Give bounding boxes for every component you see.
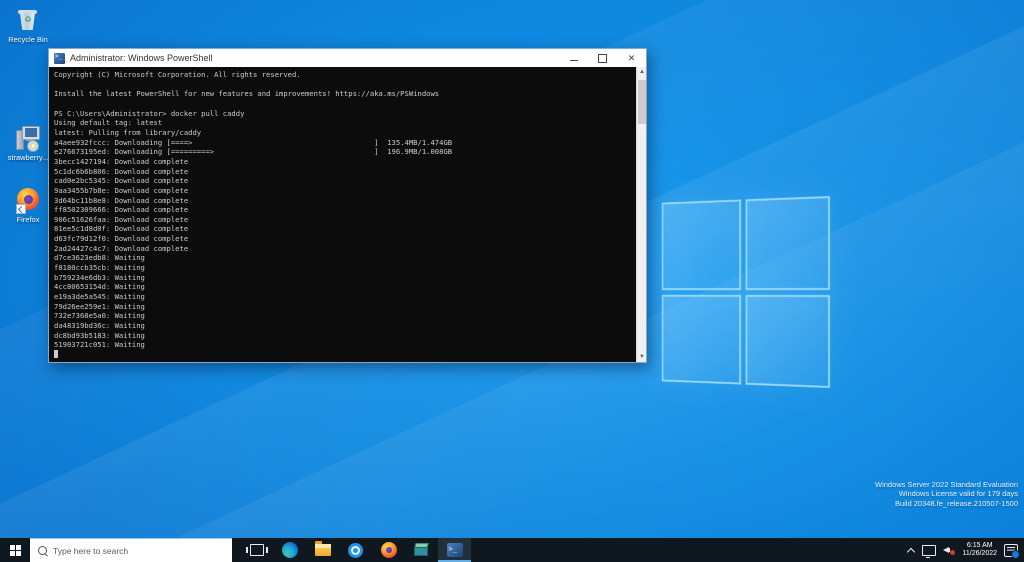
taskbar-server-manager-button[interactable] xyxy=(405,538,438,562)
firefox-icon xyxy=(14,186,42,214)
file-explorer-icon xyxy=(314,541,331,556)
terminal-line: 2ad24427c4c7: Download complete xyxy=(54,243,189,253)
desktop-icon-recycle-bin[interactable]: ♻ Recycle Bin xyxy=(0,6,56,44)
terminal-line: 79d26ee259e1: Waiting xyxy=(54,301,145,311)
windows-logo-pane xyxy=(745,196,830,290)
terminal-line: 3d64bc11b8e8: Download complete xyxy=(54,195,189,205)
search-icon xyxy=(38,546,47,555)
scroll-down-arrow-icon[interactable]: ▼ xyxy=(637,352,647,362)
scroll-up-arrow-icon[interactable]: ▲ xyxy=(637,67,647,77)
terminal-line: 3becc1427194: Download complete xyxy=(54,156,189,166)
watermark-line: Build 20348.fe_release.210507-1500 xyxy=(894,498,1018,508)
terminal-line: e19a3de5a545: Waiting xyxy=(54,292,145,302)
windows-start-icon xyxy=(9,544,21,556)
powershell-window-icon xyxy=(54,52,65,64)
terminal-cursor xyxy=(54,350,59,358)
terminal-line: 4cc80653154d: Waiting xyxy=(54,282,145,292)
terminal-line: latest: Pulling from library/caddy xyxy=(54,127,202,137)
terminal-line: dc8bd93b5183: Waiting xyxy=(54,330,145,340)
taskbar-powershell-button[interactable] xyxy=(438,538,471,562)
windows-logo-pane xyxy=(661,199,741,290)
close-button[interactable]: ✕ xyxy=(617,49,646,67)
terminal-line: ff8502309666: Download complete xyxy=(54,205,189,215)
terminal-line: da48319bd36c: Waiting xyxy=(54,321,145,331)
taskbar-edge-button[interactable] xyxy=(273,538,306,562)
taskbar-firefox-button[interactable] xyxy=(372,538,405,562)
terminal-line: b759234e6db3: Waiting xyxy=(54,272,145,282)
installer-icon xyxy=(14,124,42,152)
terminal-line: cad0e2bc5345: Download complete xyxy=(54,176,189,186)
tray-date: 11/26/2022 xyxy=(962,550,997,557)
edge-icon xyxy=(281,542,298,558)
powershell-icon xyxy=(446,543,463,557)
terminal-line: f8180ccb35cb: Waiting xyxy=(54,263,145,273)
minimize-button[interactable] xyxy=(559,49,588,67)
blue-ring-app-icon xyxy=(348,542,363,558)
desktop-wallpaper: ♻ Recycle Bin strawberry... Firefox Wind… xyxy=(0,0,1024,538)
taskbar-task-view-button[interactable] xyxy=(240,538,273,562)
terminal-line: Using default tag: latest xyxy=(54,118,163,128)
volume-muted-icon[interactable] xyxy=(943,545,956,555)
recycle-bin-icon: ♻ xyxy=(14,6,42,34)
maximize-button[interactable] xyxy=(588,49,617,67)
tray-show-hidden-icons-chevron[interactable] xyxy=(908,548,915,555)
taskbar-search[interactable]: Type here to search xyxy=(30,538,232,562)
terminal-scrollbar[interactable]: ▲ ▼ xyxy=(636,67,646,362)
firefox-icon xyxy=(380,542,397,558)
tray-clock[interactable]: 6:15 AM 11/26/2022 xyxy=(962,542,997,559)
terminal-line: 732e7368e5a0: Waiting xyxy=(54,311,145,321)
terminal-line: 9aa3455b7b8e: Download complete xyxy=(54,185,189,195)
start-button[interactable] xyxy=(0,538,30,562)
windows-logo-wallpaper xyxy=(661,196,830,388)
window-title: Administrator: Windows PowerShell xyxy=(70,53,213,63)
terminal-line: 906c51626faa: Download complete xyxy=(54,214,189,224)
terminal-line: Copyright (C) Microsoft Corporation. All… xyxy=(54,70,301,79)
windows-logo-pane xyxy=(661,294,741,385)
search-placeholder: Type here to search xyxy=(53,545,129,556)
terminal-line: d63fc79d12f0: Download complete xyxy=(54,234,189,244)
desktop-icon-label: Recycle Bin xyxy=(8,35,48,44)
windows-logo-pane xyxy=(745,294,830,388)
mute-badge xyxy=(950,550,956,555)
terminal-line: d7ce3623edb8: Waiting xyxy=(54,253,145,263)
terminal-line: 5c1dc6b6b806: Download complete xyxy=(54,166,189,176)
terminal-line: Install the latest PowerShell for new fe… xyxy=(54,89,440,99)
terminal-line: PS C:\Users\Administrator> docker pull c… xyxy=(54,108,245,118)
notification-badge xyxy=(1011,549,1020,559)
license-watermark: Windows Server 2022 Standard Evaluation … xyxy=(875,480,1018,509)
powershell-window: Administrator: Windows PowerShell ✕ Copy… xyxy=(48,48,647,363)
watermark-line: Windows Server 2022 Standard Evaluation xyxy=(875,479,1018,489)
window-titlebar[interactable]: Administrator: Windows PowerShell ✕ xyxy=(49,49,646,67)
network-icon[interactable] xyxy=(922,545,937,558)
terminal-line: a4aee932fccc: Downloading [====> ] 135.4… xyxy=(54,137,453,147)
task-view-icon xyxy=(245,544,268,556)
tray-time: 6:15 AM xyxy=(966,541,993,549)
scrollbar-thumb[interactable] xyxy=(638,80,646,124)
terminal-output[interactable]: Copyright (C) Microsoft Corporation. All… xyxy=(49,67,636,362)
taskbar-app-button[interactable] xyxy=(339,538,372,562)
terminal-cursor-line xyxy=(54,350,636,360)
taskbar-file-explorer-button[interactable] xyxy=(306,538,339,562)
action-center-icon[interactable] xyxy=(1004,543,1020,559)
taskbar: Type here to search 6:15 AM 11/26/2022 xyxy=(0,538,1024,562)
shortcut-arrow-icon xyxy=(16,204,26,214)
terminal-line: 81ee5c1d8d0f: Download complete xyxy=(54,224,189,234)
watermark-line: Windows License valid for 179 days xyxy=(898,489,1018,498)
terminal-line: e276673195ed: Downloading [=========> ] … xyxy=(54,147,453,157)
terminal-line: 51903721c051: Waiting xyxy=(54,340,145,350)
server-manager-icon xyxy=(414,543,429,557)
